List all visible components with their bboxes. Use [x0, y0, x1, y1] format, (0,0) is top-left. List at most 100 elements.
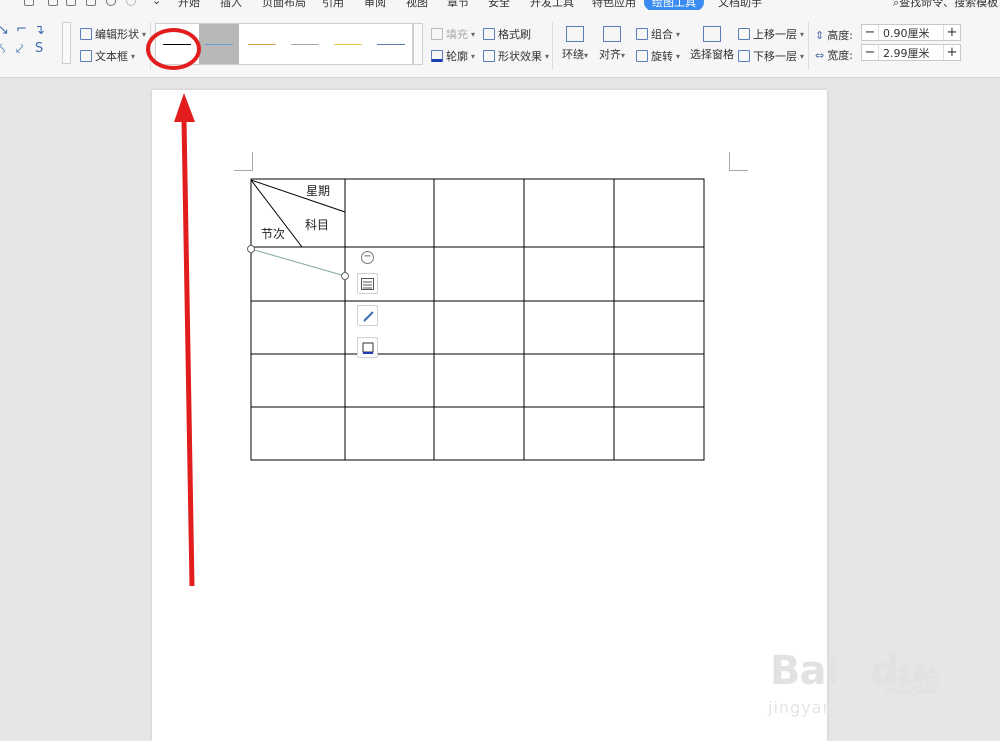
tab-page-layout[interactable]: 页面布局: [262, 0, 306, 10]
format-painter-icon: [483, 28, 495, 40]
curve-arrow-icon[interactable]: ⤦: [16, 42, 23, 57]
send-backward-button[interactable]: 下移一层 ▾: [738, 48, 804, 64]
align-button[interactable]: 对齐▾: [599, 26, 625, 62]
outline-icon: [362, 342, 373, 354]
search-text: 查找命令、搜索模板: [899, 0, 999, 9]
wrap-button[interactable]: 环绕▾: [562, 26, 588, 62]
width-value[interactable]: 2.99厘米: [878, 45, 944, 60]
chevron-down-icon: ▾: [584, 51, 589, 60]
line-style-item[interactable]: [199, 24, 239, 64]
wrap-icon: [566, 26, 584, 42]
height-field[interactable]: − 0.90厘米 +: [861, 24, 961, 41]
line-style-item[interactable]: [285, 24, 325, 64]
line-style-item[interactable]: [371, 24, 411, 64]
bring-forward-icon: [738, 28, 750, 40]
menu-tab-row: ⌄ 开始 插入 页面布局 引用 审阅 视图 章节 安全 开发工具 特色应用 绘图…: [0, 0, 1000, 10]
preview-icon[interactable]: [86, 0, 96, 6]
elbow-arrow-icon[interactable]: ↘: [0, 23, 9, 38]
undo-icon[interactable]: [106, 0, 116, 6]
elbow-connector-arrow-icon[interactable]: ↴: [34, 23, 45, 38]
shape-effects-button[interactable]: 形状效果 ▾: [483, 48, 549, 64]
format-painter-button[interactable]: 格式刷: [483, 26, 531, 42]
chevron-down-icon: ▾: [676, 29, 681, 39]
document-page[interactable]: [152, 90, 827, 741]
print-icon[interactable]: [66, 0, 76, 6]
chevron-down-icon: ▾: [471, 51, 476, 61]
tab-chapter[interactable]: 章节: [447, 0, 469, 10]
shape-effects-icon: [483, 50, 495, 62]
shapes-gallery[interactable]: ↘ ⌐ ↴ ⤣ ⤦ S: [0, 22, 70, 64]
tab-references[interactable]: 引用: [322, 0, 344, 10]
quick-access-more-icon[interactable]: ⌄: [152, 0, 161, 7]
header-subject: 科目: [305, 218, 330, 232]
line-end-handle[interactable]: [341, 272, 349, 280]
outline-button[interactable]: 轮廓 ▾: [431, 48, 475, 64]
text-box-icon: [80, 50, 92, 62]
annotation-circle: [146, 28, 201, 70]
curve-icon[interactable]: S: [35, 41, 43, 56]
crop-mark: [234, 152, 253, 171]
group-icon: [636, 28, 648, 40]
tab-special[interactable]: 特色应用: [592, 0, 636, 10]
line-style-item[interactable]: [242, 24, 282, 64]
tab-home[interactable]: 开始: [178, 0, 200, 10]
ribbon-separator: [808, 22, 809, 70]
export-icon[interactable]: [48, 0, 58, 6]
tab-security[interactable]: 安全: [488, 0, 510, 10]
ribbon-separator: [552, 22, 553, 70]
rotate-icon: [636, 50, 648, 62]
tab-view[interactable]: 视图: [406, 0, 428, 10]
pen-icon: [362, 310, 374, 322]
tab-review[interactable]: 审阅: [364, 0, 386, 10]
group-button[interactable]: 组合 ▾: [636, 26, 680, 42]
height-icon: ⇕: [815, 28, 825, 42]
line-start-handle[interactable]: [247, 245, 255, 253]
bring-forward-button[interactable]: 上移一层 ▾: [738, 26, 804, 42]
float-outline-button[interactable]: [357, 337, 378, 358]
height-decrease-button[interactable]: −: [862, 25, 878, 40]
height-value[interactable]: 0.90厘米: [878, 25, 944, 40]
paw-icon: ✿: [838, 648, 872, 694]
chevron-down-icon: ▾: [676, 51, 681, 61]
rotate-button[interactable]: 旋转 ▾: [636, 48, 680, 64]
crop-mark: [729, 152, 748, 171]
text-box-button[interactable]: 文本框 ▾: [80, 48, 135, 64]
chevron-down-icon: ▾: [131, 51, 136, 61]
chevron-down-icon: ▾: [545, 51, 550, 61]
width-field[interactable]: − 2.99厘米 +: [861, 44, 961, 61]
shapes-gallery-scroll[interactable]: [62, 22, 71, 64]
selection-pane-button[interactable]: 选择窗格: [690, 26, 734, 62]
fill-icon: [431, 28, 443, 40]
watermark-cn: 经验: [884, 665, 941, 698]
tab-insert[interactable]: 插入: [220, 0, 242, 10]
width-label: ⇔ 宽度:: [815, 48, 853, 63]
float-layout-button[interactable]: [357, 273, 378, 294]
fill-button[interactable]: 填充 ▾: [431, 26, 475, 42]
float-style-button[interactable]: [357, 305, 378, 326]
send-backward-icon: [738, 50, 750, 62]
edit-shape-button[interactable]: 编辑形状 ▾: [80, 26, 146, 42]
width-decrease-button[interactable]: −: [862, 45, 878, 60]
chevron-down-icon: ▾: [800, 29, 805, 39]
tab-developer[interactable]: 开发工具: [530, 0, 574, 10]
search-box[interactable]: ⌕查找命令、搜索模板: [893, 0, 998, 10]
tab-doc-assistant[interactable]: 文档助手: [718, 0, 762, 10]
height-increase-button[interactable]: +: [944, 25, 960, 40]
selection-pane-icon: [703, 26, 721, 42]
redo-icon[interactable]: [126, 0, 136, 6]
line-style-item[interactable]: [328, 24, 368, 64]
save-icon[interactable]: [24, 0, 34, 6]
collapse-toolbar-icon[interactable]: −: [361, 251, 374, 264]
width-icon: ⇔: [815, 48, 825, 62]
curve-connector-icon[interactable]: ⤣: [0, 42, 5, 57]
layout-options-icon: [361, 277, 374, 290]
header-period: 节次: [261, 227, 286, 241]
tab-drawing-tools[interactable]: 绘图工具: [644, 0, 704, 10]
line-style-gallery-scroll[interactable]: [413, 23, 423, 65]
edit-shape-icon: [80, 28, 92, 40]
chevron-down-icon: ▾: [800, 51, 805, 61]
height-label: ⇕ 高度:: [815, 28, 853, 43]
width-increase-button[interactable]: +: [944, 45, 960, 60]
elbow-connector-icon[interactable]: ⌐: [16, 22, 27, 37]
header-weekday: 星期: [306, 184, 331, 198]
